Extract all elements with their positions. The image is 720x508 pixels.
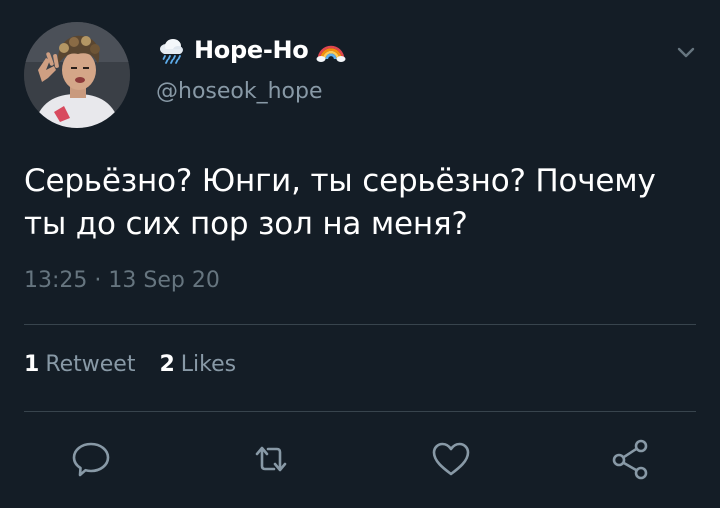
action-bar (0, 436, 720, 482)
share-button[interactable] (608, 436, 654, 482)
retweets-count: 1 (24, 352, 40, 377)
author-handle[interactable]: @hoseok_hope (156, 79, 323, 104)
likes-label: Likes (180, 352, 237, 377)
display-name[interactable]: Hope-Ho (194, 36, 309, 64)
likes-count: 2 (159, 352, 175, 377)
tweet-card: Hope-Ho @hoseok_hope Серьёзно? Юнги, ты … (0, 0, 720, 508)
retweet-button[interactable] (248, 436, 294, 482)
tweet-text: Серьёзно? Юнги, ты серьёзно? Почему ты д… (24, 160, 704, 246)
avatar[interactable] (24, 22, 130, 128)
author-name-row[interactable]: Hope-Ho (156, 33, 346, 67)
divider (24, 324, 696, 325)
rainbow-icon (316, 45, 346, 62)
share-icon (612, 439, 648, 480)
retweets-label: Retweet (45, 352, 136, 377)
retweet-icon (255, 446, 287, 472)
reply-icon (72, 442, 110, 477)
chevron-down-icon[interactable] (672, 38, 700, 66)
likes-stat[interactable]: 2 Likes (159, 352, 236, 377)
rain-cloud-icon (160, 39, 183, 64)
like-button[interactable] (428, 436, 474, 482)
tweet-text-line: ты до сих пор зол на меня? (24, 206, 468, 242)
retweets-stat[interactable]: 1 Retweet (24, 352, 135, 377)
heart-icon (432, 442, 470, 476)
tweet-text-line: Серьёзно? Юнги, ты серьёзно? Почему (24, 163, 656, 199)
engagement-stats: 1 Retweet 2 Likes (24, 352, 260, 377)
tweet-timestamp[interactable]: 13:25 · 13 Sep 20 (24, 268, 220, 293)
divider (24, 411, 696, 412)
reply-button[interactable] (68, 436, 114, 482)
